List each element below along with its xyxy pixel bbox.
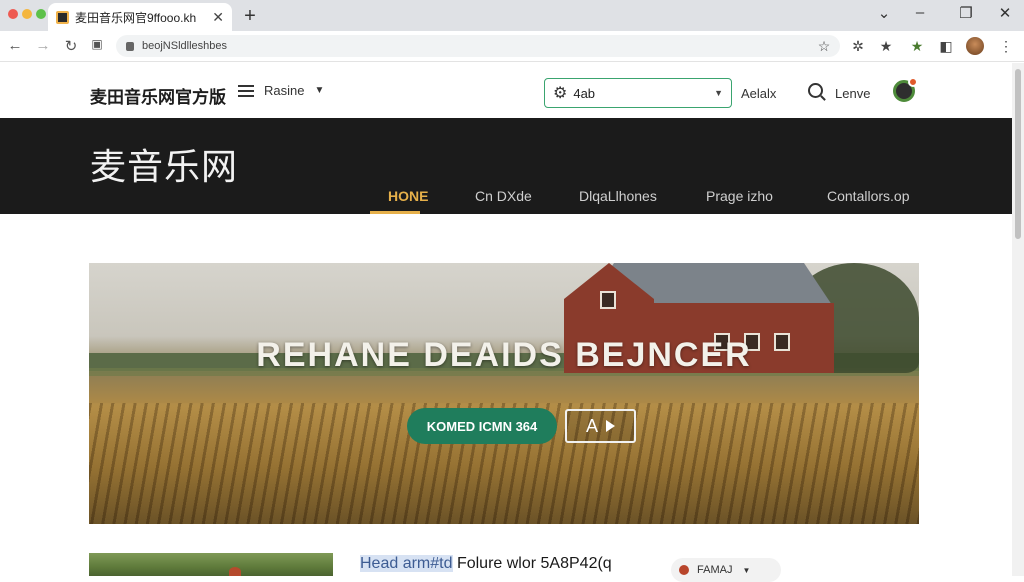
hamburger-icon: [238, 84, 254, 97]
minimize-icon[interactable]: –: [908, 4, 932, 21]
nav-item-home[interactable]: HONE: [388, 188, 428, 204]
page-scrollbar[interactable]: [1012, 63, 1024, 576]
more-menu-icon[interactable]: ⋮: [997, 38, 1015, 55]
caret-down-icon: ▼: [314, 85, 325, 96]
browser-toolbar: ← → ↻ ▣ beojNSldlleshbes ☆ ✲ ★ ★ ◧ ⋮: [0, 31, 1024, 62]
pill-avatar-icon: [679, 565, 689, 575]
star-icon[interactable]: ★: [877, 38, 895, 55]
lock-icon: [126, 41, 134, 51]
main-nav: HONE Cn DXde DlqaLlhones Prage izho Cont…: [0, 188, 1012, 214]
gear-icon: ⚙: [553, 85, 568, 102]
minimize-window-icon[interactable]: [22, 9, 32, 19]
select-value: 4ab: [573, 85, 596, 101]
article-title-highlight: Head arm#td: [360, 555, 453, 572]
page-info-icon[interactable]: ▣: [88, 37, 106, 51]
close-icon[interactable]: ✕: [993, 4, 1017, 22]
site-brand[interactable]: 麦田音乐网官方版: [90, 83, 226, 108]
tab-title: 麦田音乐网官9ffooo.kh: [75, 10, 197, 25]
article-title-rest: Folure wlor 5A8P42(q: [452, 555, 612, 572]
scrollbar-thumb[interactable]: [1015, 69, 1021, 239]
site-title: 麦音乐网: [90, 146, 239, 187]
back-arrow-icon[interactable]: ←: [6, 37, 24, 54]
search-icon[interactable]: [808, 83, 823, 98]
menu-dropdown[interactable]: Rasine ▼: [238, 83, 324, 98]
nav-item-3[interactable]: DlqaLlhones: [579, 188, 657, 204]
site-header: 麦田音乐网官方版 Rasine ▼ ⚙ 4ab ▼ Aelalx Lenve: [0, 63, 1012, 118]
tab-close-icon[interactable]: ✕: [212, 9, 224, 26]
menu-label: Rasine: [264, 83, 305, 98]
forward-arrow-icon[interactable]: →: [34, 37, 52, 54]
hero-title: REHANE DEAIDS BEJNCER: [256, 336, 752, 374]
tab-search-chevron-icon[interactable]: ⌄: [872, 4, 896, 22]
new-tab-icon[interactable]: +: [240, 5, 260, 28]
caret-down-icon: ▼: [742, 565, 751, 575]
category-select[interactable]: ⚙ 4ab ▼: [544, 78, 732, 108]
hero-secondary-button[interactable]: A: [565, 409, 636, 443]
article-thumbnail[interactable]: [89, 553, 333, 576]
site-favicon-icon: [56, 10, 69, 24]
house-icon: [229, 567, 241, 576]
header-link-2[interactable]: Lenve: [835, 86, 870, 101]
maximize-window-icon[interactable]: [36, 9, 46, 19]
reload-icon[interactable]: ↻: [62, 37, 80, 55]
close-window-icon[interactable]: [8, 9, 18, 19]
pill-label: FAMAJ: [697, 564, 733, 576]
header-link-1[interactable]: Aelalx: [741, 86, 776, 101]
bookmark-star-icon[interactable]: ☆: [815, 38, 833, 55]
notification-dot-icon: [908, 77, 918, 87]
extension-star-icon[interactable]: ★: [908, 38, 926, 55]
profile-avatar-icon[interactable]: [966, 37, 984, 55]
chevron-down-icon: ▼: [714, 88, 723, 98]
nav-item-4[interactable]: Prage izho: [706, 188, 773, 204]
browser-tab[interactable]: 麦田音乐网官9ffooo.kh ✕: [48, 3, 232, 31]
active-nav-underline: [370, 211, 420, 214]
article-pill[interactable]: FAMAJ ▼: [671, 558, 781, 582]
article-title[interactable]: Head arm#td Folure wlor 5A8P42(q: [360, 555, 612, 573]
play-arrow-icon: [606, 420, 615, 432]
address-bar[interactable]: beojNSldlleshbes: [116, 35, 840, 57]
sidebar-panel-icon[interactable]: ◧: [937, 38, 955, 55]
hero-primary-button[interactable]: KOMED ICMN 364: [407, 408, 557, 444]
secondary-button-label: A: [585, 415, 598, 436]
browser-tab-bar: 麦田音乐网官9ffooo.kh ✕ + ⌄ – ❐ ✕: [0, 0, 1024, 31]
restore-icon[interactable]: ❐: [954, 4, 978, 22]
hero-banner: REHANE DEAIDS BEJNCER KOMED ICMN 364 A: [89, 263, 919, 524]
window-traffic-lights: [8, 9, 46, 19]
extension-puzzle-icon[interactable]: ✲: [849, 38, 867, 55]
nav-item-5[interactable]: Contallors.op: [827, 188, 910, 204]
url-text: beojNSldlleshbes: [142, 40, 227, 52]
nav-item-2[interactable]: Cn DXde: [475, 188, 532, 204]
